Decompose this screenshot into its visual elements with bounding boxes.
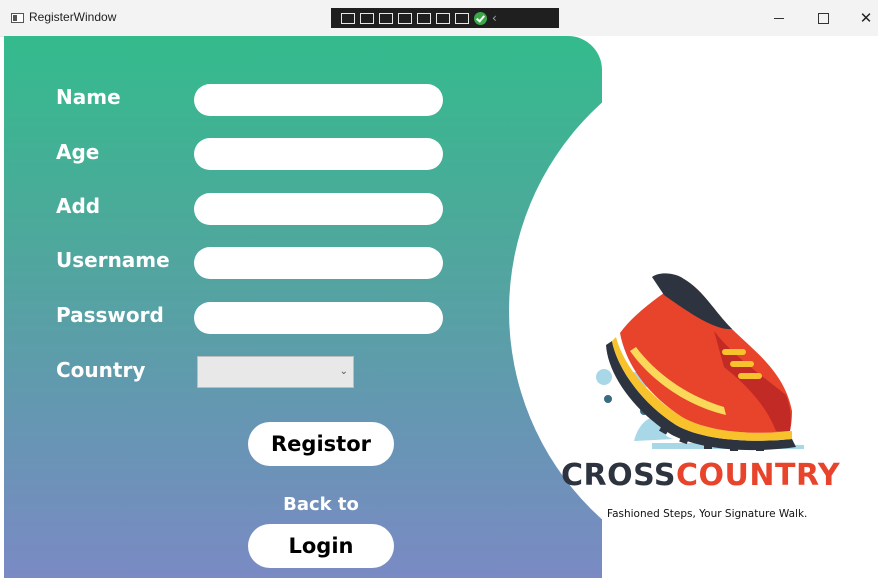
brand-name-part1: CROSS	[561, 458, 676, 493]
country-label: Country	[56, 358, 146, 382]
select-element-icon[interactable]	[341, 12, 355, 24]
login-button[interactable]: Login	[248, 524, 394, 568]
title-bar: RegisterWindow ‹ ✕	[0, 0, 878, 37]
running-shoe-logo	[596, 273, 804, 451]
minimize-icon	[774, 17, 784, 19]
address-input[interactable]	[194, 193, 443, 225]
maximize-icon	[817, 12, 829, 24]
app-window-icon	[11, 13, 24, 23]
minimize-button[interactable]	[756, 0, 802, 36]
close-icon: ✕	[859, 9, 873, 27]
address-label: Add	[56, 194, 101, 218]
close-button[interactable]: ✕	[843, 0, 878, 36]
age-input[interactable]	[194, 138, 443, 170]
username-input[interactable]	[194, 247, 443, 279]
brand-name-part2: COUNTRY	[676, 458, 841, 493]
age-label: Age	[56, 140, 100, 164]
xaml-debug-toolbar: ‹	[331, 8, 559, 28]
name-label: Name	[56, 85, 121, 109]
name-input[interactable]	[194, 84, 443, 116]
maximize-button[interactable]	[800, 0, 846, 36]
checkmark-icon[interactable]	[474, 11, 487, 25]
window-title: RegisterWindow	[29, 10, 117, 24]
brand-name: CROSSCOUNTRY	[561, 458, 840, 493]
password-label: Password	[56, 303, 164, 327]
collapse-chevron-icon[interactable]: ‹	[492, 11, 502, 25]
hot-reload-icon[interactable]	[417, 12, 431, 24]
cursor-icon[interactable]	[379, 12, 393, 24]
password-input[interactable]	[194, 302, 443, 334]
brand-tagline: Fashioned Steps, Your Signature Walk.	[607, 508, 808, 520]
camera-icon[interactable]	[360, 12, 374, 24]
layout-adorner-icon[interactable]	[398, 12, 412, 24]
back-to-label: Back to	[283, 494, 359, 515]
country-select[interactable]: ⌄	[197, 356, 354, 388]
accessibility-icon[interactable]	[455, 12, 469, 24]
username-label: Username	[56, 248, 170, 272]
register-button[interactable]: Registor	[248, 422, 394, 466]
chevron-down-icon: ⌄	[339, 366, 348, 377]
track-focus-icon[interactable]	[436, 12, 450, 24]
register-content: Name Age Add Username Password Country ⌄…	[4, 36, 878, 578]
